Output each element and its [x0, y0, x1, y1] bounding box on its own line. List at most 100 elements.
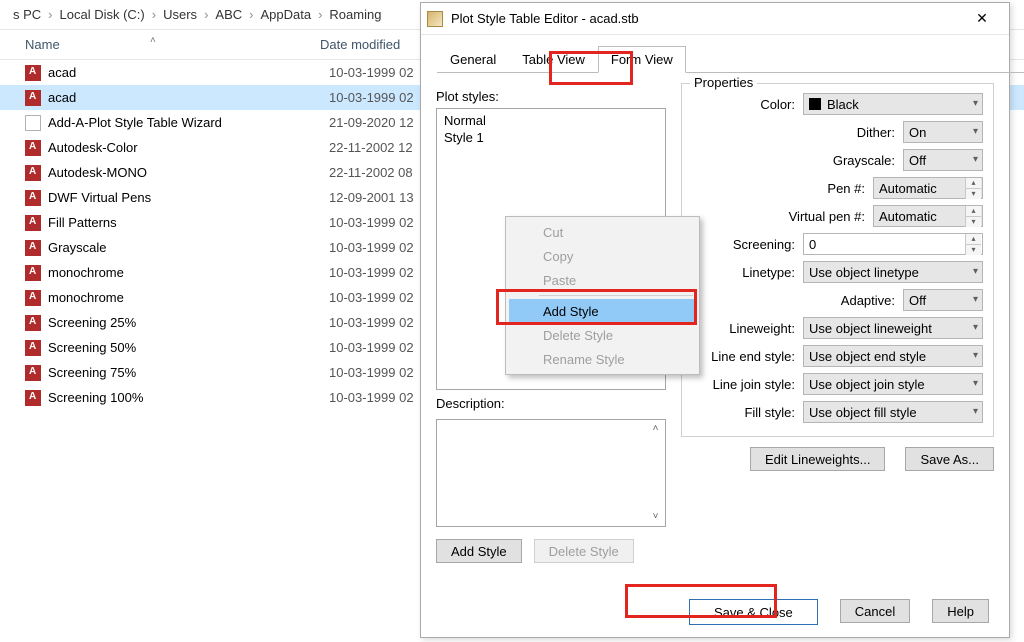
file-date: 22-11-2002 08: [329, 165, 413, 180]
file-date: 10-03-1999 02: [329, 265, 414, 280]
file-name: Screening 75%: [48, 365, 329, 380]
adaptive-value: Off: [909, 293, 926, 308]
plot-style-file-icon: [25, 265, 41, 281]
crumb[interactable]: Local Disk (C:): [57, 7, 148, 22]
lineweight-combo[interactable]: Use object lineweight ▾: [803, 317, 983, 339]
description-textarea[interactable]: ˄ ˅: [436, 419, 666, 527]
plot-style-item[interactable]: Normal: [442, 112, 660, 129]
linetype-combo[interactable]: Use object linetype▾: [803, 261, 983, 283]
tab-form-view[interactable]: Form View: [598, 46, 686, 73]
properties-pane: Properties Color: Black▾ Dither: On▾ Gra…: [681, 83, 994, 563]
spin-down-icon[interactable]: ▾: [965, 188, 981, 199]
cancel-button[interactable]: Cancel: [840, 599, 910, 623]
endstyle-combo[interactable]: Use object end style ▾: [803, 345, 983, 367]
adaptive-combo[interactable]: Off ▾: [903, 289, 983, 311]
spin-up-icon[interactable]: ▴: [965, 178, 981, 188]
plot-style-file-icon: [25, 215, 41, 231]
endstyle-label: Line end style:: [692, 349, 803, 364]
vpen-label: Virtual pen #:: [692, 209, 873, 224]
plot-style-item[interactable]: Style 1: [442, 129, 660, 146]
chevron-right-icon: ›: [44, 7, 56, 22]
crumb[interactable]: AppData: [257, 7, 314, 22]
close-icon[interactable]: ✕: [961, 5, 1003, 33]
pen-spinner[interactable]: Automatic ▴▾: [873, 177, 983, 199]
spin-up-icon[interactable]: ▴: [965, 206, 981, 216]
plot-style-file-icon: [25, 240, 41, 256]
edit-lineweights-button[interactable]: Edit Lineweights...: [750, 447, 886, 471]
ctx-cut: Cut: [509, 220, 696, 244]
endstyle-value: Use object end style: [809, 349, 926, 364]
vpen-spinner[interactable]: Automatic▴▾: [873, 205, 983, 227]
description-label: Description:: [436, 396, 666, 411]
color-combo[interactable]: Black ▾: [803, 93, 983, 115]
chevron-right-icon: ›: [148, 7, 160, 22]
chevron-down-icon: ▾: [973, 350, 978, 361]
chevron-down-icon: ▾: [973, 406, 978, 417]
column-header-name[interactable]: Name ˄: [0, 37, 320, 52]
joinstyle-combo[interactable]: Use object join style▾: [803, 373, 983, 395]
pen-value: Automatic: [879, 181, 937, 196]
crumb[interactable]: Users: [160, 7, 200, 22]
tab-strip: General Table View Form View: [437, 45, 1009, 73]
grayscale-combo[interactable]: Off▾: [903, 149, 983, 171]
grayscale-label: Grayscale:: [692, 153, 903, 168]
crumb[interactable]: ABC: [212, 7, 245, 22]
file-date: 10-03-1999 02: [329, 240, 414, 255]
plot-style-file-icon: [25, 90, 41, 106]
tab-general[interactable]: General: [437, 46, 509, 73]
file-name: monochrome: [48, 265, 329, 280]
app-icon: [427, 11, 443, 27]
scroll-up-icon[interactable]: ˄: [648, 422, 663, 436]
fillstyle-combo[interactable]: Use object fill style ▾: [803, 401, 983, 423]
save-as-button[interactable]: Save As...: [905, 447, 994, 471]
menu-separator: [539, 295, 693, 296]
dither-label: Dither:: [692, 125, 903, 140]
file-date: 10-03-1999 02: [329, 340, 414, 355]
chevron-down-icon: ▾: [973, 154, 978, 165]
chevron-right-icon: ›: [314, 7, 326, 22]
chevron-down-icon: ▾: [973, 98, 978, 109]
color-value: Black: [827, 97, 859, 112]
file-name: Screening 50%: [48, 340, 329, 355]
fillstyle-value: Use object fill style: [809, 405, 917, 420]
delete-style-button: Delete Style: [534, 539, 634, 563]
help-button[interactable]: Help: [932, 599, 989, 623]
linetype-label: Linetype:: [692, 265, 803, 280]
spin-down-icon[interactable]: ▾: [965, 216, 981, 227]
chevron-down-icon: ▾: [973, 294, 978, 305]
file-name: monochrome: [48, 290, 329, 305]
plot-style-file-icon: [25, 65, 41, 81]
crumb[interactable]: s PC: [10, 7, 44, 22]
crumb[interactable]: Roaming: [326, 7, 384, 22]
screening-spinner[interactable]: 0▴▾: [803, 233, 983, 255]
spin-down-icon[interactable]: ▾: [965, 244, 981, 255]
plot-style-file-icon: [25, 190, 41, 206]
tab-table-view[interactable]: Table View: [509, 46, 598, 73]
plot-style-file-icon: [25, 290, 41, 306]
file-date: 12-09-2001 13: [329, 190, 414, 205]
chevron-right-icon: ›: [245, 7, 257, 22]
save-close-button[interactable]: Save & Close: [689, 599, 818, 625]
file-name: acad: [48, 90, 329, 105]
dither-combo[interactable]: On ▾: [903, 121, 983, 143]
titlebar[interactable]: Plot Style Table Editor - acad.stb ✕: [421, 3, 1009, 35]
chevron-down-icon: ▾: [973, 322, 978, 333]
context-menu: Cut Copy Paste Add Style Delete Style Re…: [505, 216, 700, 375]
dither-value: On: [909, 125, 926, 140]
file-date: 10-03-1999 02: [329, 290, 414, 305]
ctx-add-style[interactable]: Add Style: [509, 299, 696, 323]
joinstyle-value: Use object join style: [809, 377, 925, 392]
chevron-down-icon: ▾: [973, 126, 978, 137]
properties-group: Properties Color: Black▾ Dither: On▾ Gra…: [681, 83, 994, 437]
file-name: DWF Virtual Pens: [48, 190, 329, 205]
spin-up-icon[interactable]: ▴: [965, 234, 981, 244]
ctx-delete-style: Delete Style: [509, 323, 696, 347]
scroll-down-icon[interactable]: ˅: [648, 510, 663, 524]
plot-style-file-icon: [25, 340, 41, 356]
add-style-button[interactable]: Add Style: [436, 539, 522, 563]
ctx-paste: Paste: [509, 268, 696, 292]
file-date: 10-03-1999 02: [329, 365, 414, 380]
wizard-icon: [25, 115, 41, 131]
lineweight-value: Use object lineweight: [809, 321, 932, 336]
plot-style-file-icon: [25, 140, 41, 156]
